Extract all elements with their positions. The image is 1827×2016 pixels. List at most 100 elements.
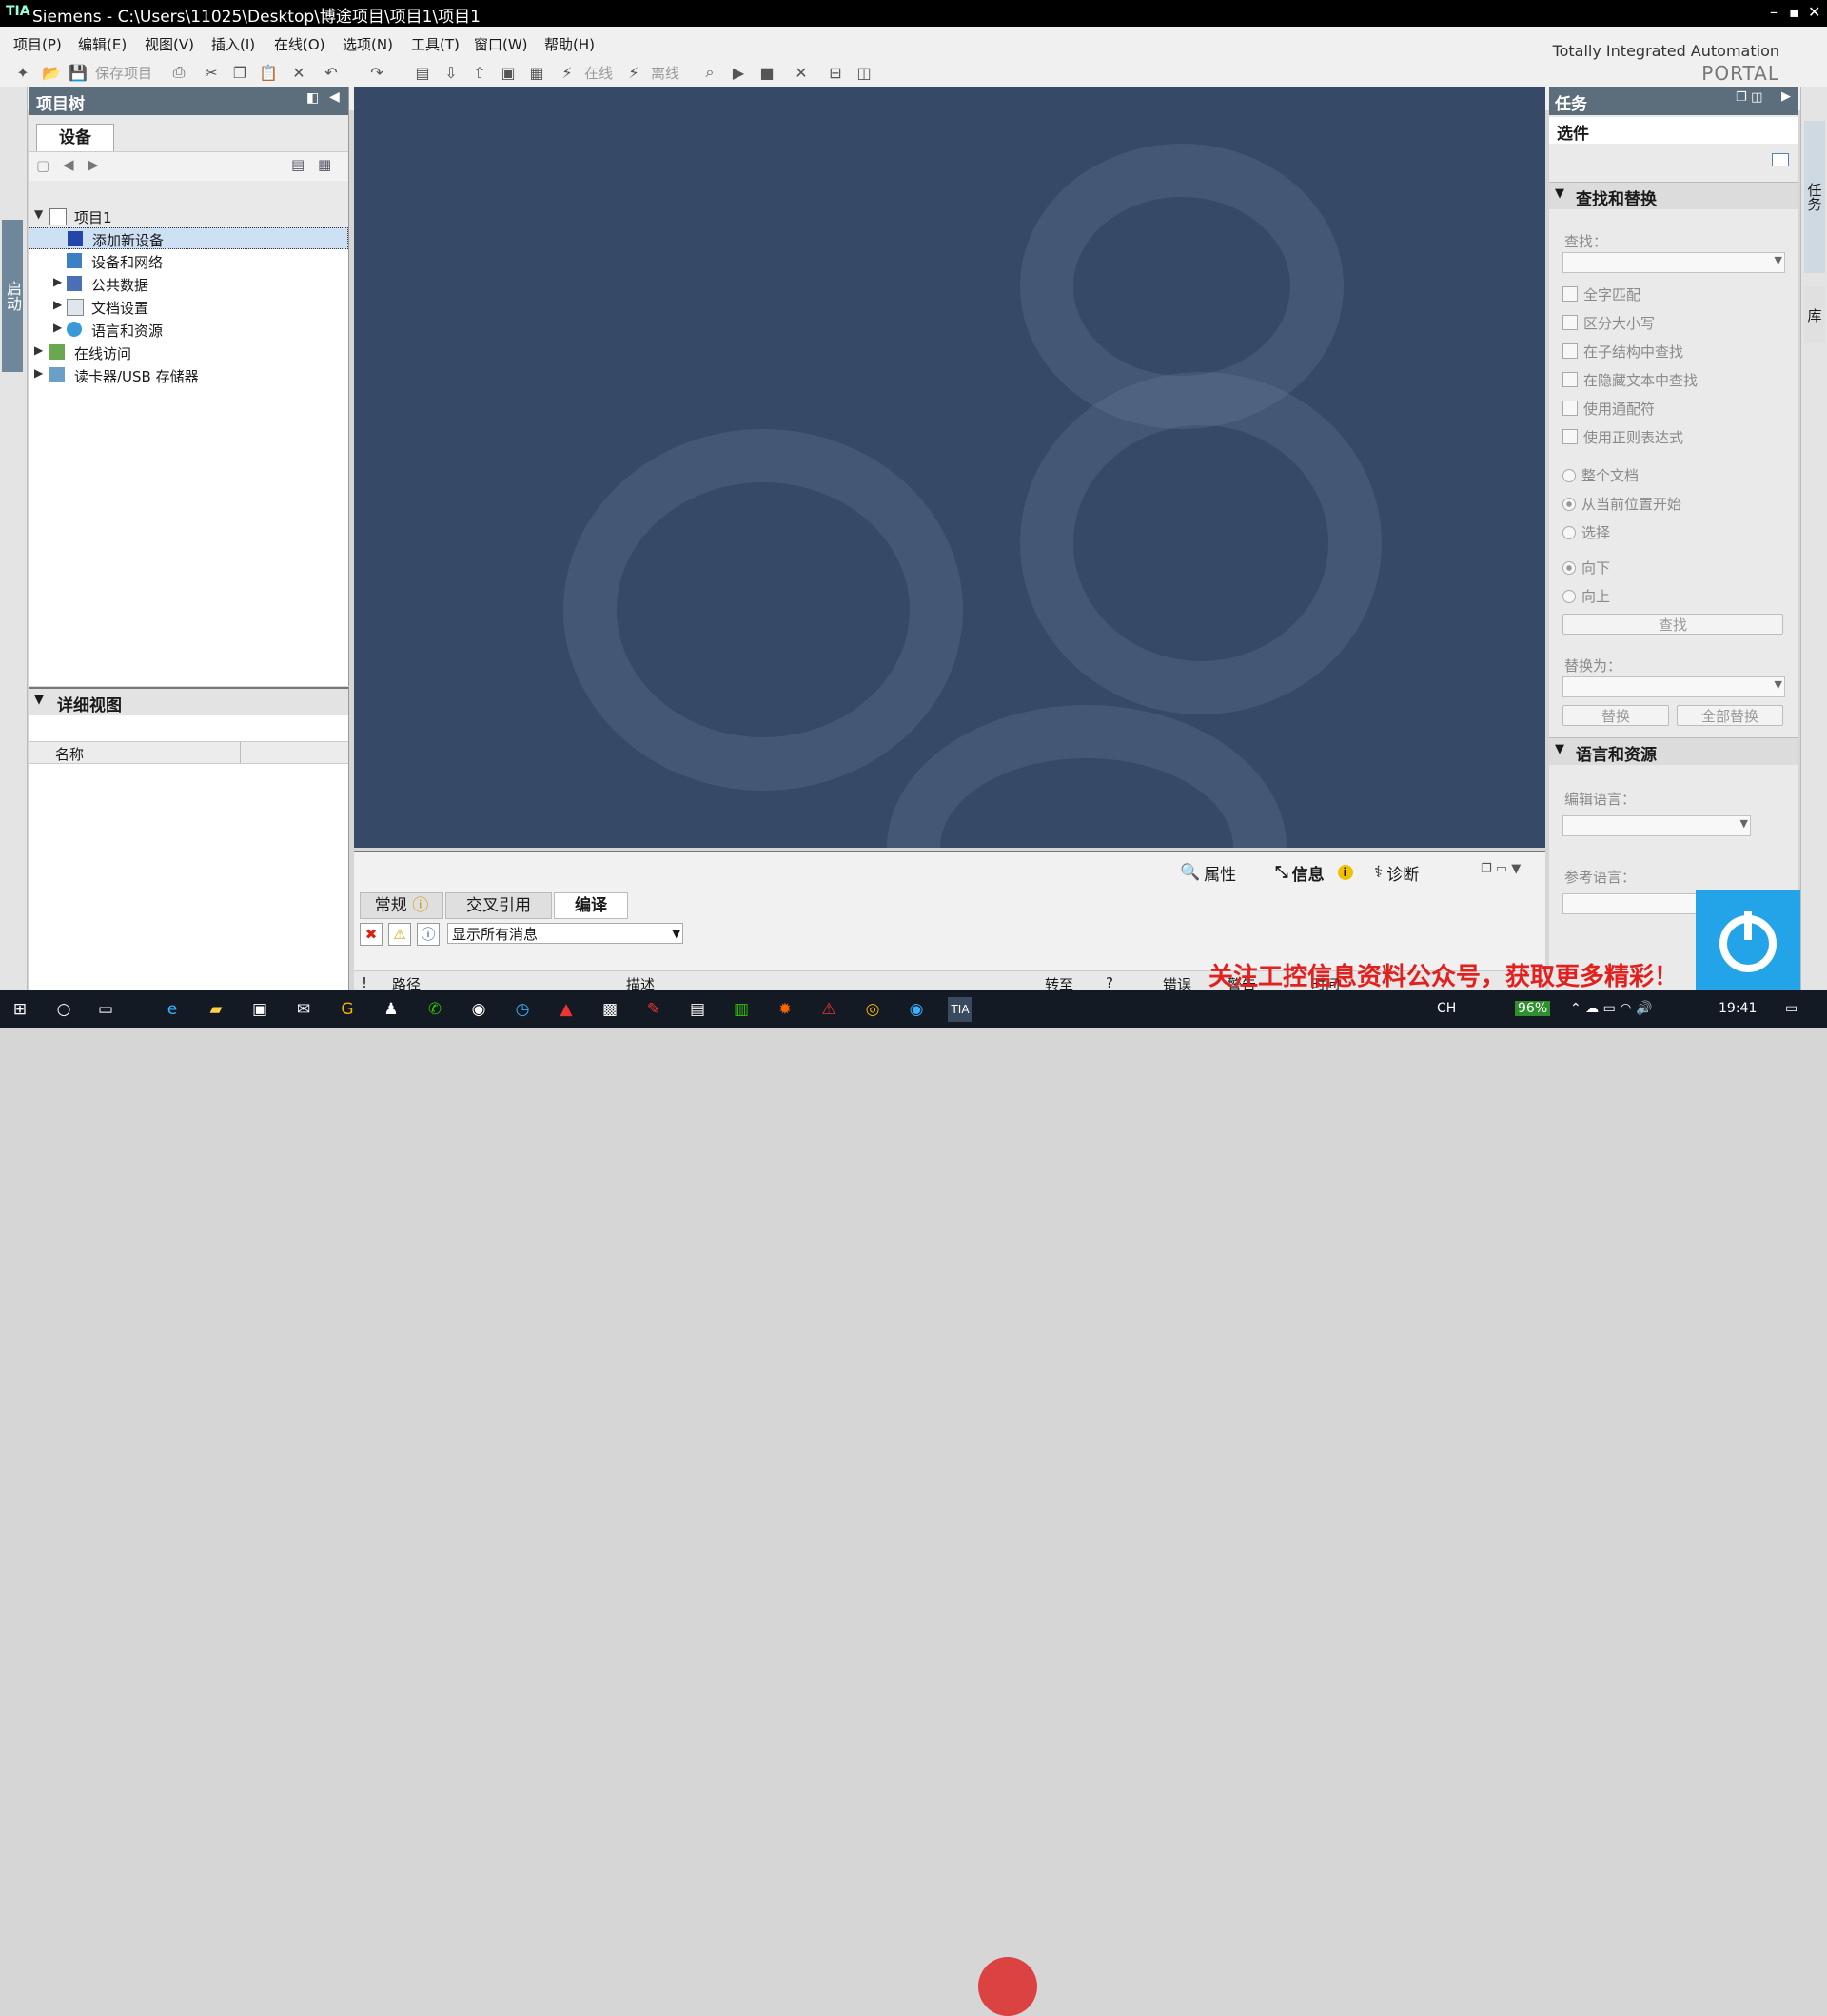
split-horizontal-icon[interactable]: ⊟: [824, 61, 847, 84]
edge-icon[interactable]: e: [160, 997, 185, 1022]
notification-icon[interactable]: ▭: [1785, 1001, 1798, 1016]
tab-diagnostics[interactable]: ⚕ 诊断: [1374, 860, 1419, 885]
browser-icon[interactable]: ◉: [904, 997, 929, 1022]
checkbox-icon[interactable]: [1562, 372, 1578, 387]
chevron-down-icon[interactable]: ▼: [34, 693, 44, 707]
radio-from-current[interactable]: 从当前位置开始: [1562, 494, 1681, 514]
ime-indicator[interactable]: CH: [1437, 1001, 1456, 1016]
find-replace-header[interactable]: ▼ 查找和替换: [1549, 182, 1798, 209]
go-offline-button[interactable]: 离线: [651, 63, 679, 83]
print-icon[interactable]: ⎙: [167, 61, 190, 84]
message-filter-select[interactable]: 显示所有消息 ▼: [447, 923, 683, 944]
checkbox-icon[interactable]: [1562, 343, 1578, 359]
open-project-icon[interactable]: 📂: [40, 61, 63, 84]
overview-icon[interactable]: ▦: [318, 156, 331, 173]
simulation-icon[interactable]: ▣: [497, 61, 520, 84]
checkbox-match-case[interactable]: 区分大小写: [1562, 313, 1655, 333]
error-filter-icon[interactable]: ✖: [360, 923, 383, 946]
replace-button[interactable]: 替换: [1562, 705, 1669, 726]
tree-item-devices-networks[interactable]: 设备和网络: [29, 250, 348, 272]
alert-app-icon[interactable]: ⚠: [816, 997, 841, 1022]
radio-icon[interactable]: [1562, 590, 1576, 603]
languages-header[interactable]: ▼ 语言和资源: [1549, 737, 1798, 765]
task-view-icon[interactable]: ▭: [93, 997, 118, 1022]
cortana-icon[interactable]: ○: [51, 997, 76, 1022]
subtab-general[interactable]: 常规 ⓘ: [360, 892, 443, 919]
column-divider[interactable]: [240, 742, 241, 763]
wechat-icon[interactable]: ✆: [422, 997, 447, 1022]
radio-up[interactable]: 向上: [1562, 586, 1610, 606]
expanded-arrow-icon[interactable]: ▼: [34, 207, 43, 221]
checkbox-wildcards[interactable]: 使用通配符: [1562, 399, 1655, 419]
file-explorer-icon[interactable]: ▰: [204, 997, 228, 1022]
go-offline-icon[interactable]: ⚡: [622, 61, 645, 84]
cut-icon[interactable]: ✂: [200, 61, 223, 84]
collapse-right-icon[interactable]: ▶: [1781, 89, 1791, 104]
menu-tools[interactable]: 工具(T): [411, 34, 460, 54]
undo-icon[interactable]: ↶: [320, 61, 343, 84]
forward-icon[interactable]: ▶: [88, 156, 99, 173]
redo-icon[interactable]: ↷: [365, 61, 388, 84]
collapsed-arrow-icon[interactable]: ▶: [34, 343, 43, 357]
tab-devices[interactable]: 设备: [36, 124, 114, 151]
menu-insert[interactable]: 插入(I): [211, 34, 255, 54]
maximize-button[interactable]: ▪: [1789, 3, 1799, 21]
menu-project[interactable]: 项目(P): [13, 34, 62, 54]
checkbox-icon[interactable]: [1562, 401, 1578, 416]
checkbox-icon[interactable]: [1562, 286, 1578, 302]
menu-edit[interactable]: 编辑(E): [78, 34, 127, 54]
upload-icon[interactable]: ⇧: [468, 61, 491, 84]
find-button[interactable]: 查找: [1562, 614, 1783, 635]
tree-item-online-access[interactable]: ▶ 在线访问: [29, 342, 348, 363]
mail-icon[interactable]: ✉: [291, 997, 316, 1022]
menu-options[interactable]: 选项(N): [343, 34, 393, 54]
radio-icon[interactable]: [1562, 498, 1576, 511]
collapsed-arrow-icon[interactable]: ▶: [53, 275, 62, 288]
tab-info[interactable]: ⤡ 信息 i: [1275, 860, 1353, 885]
start-vertical-tab[interactable]: 启动: [2, 220, 23, 372]
column-severity[interactable]: !: [362, 974, 367, 991]
split-vertical-icon[interactable]: ◫: [853, 61, 875, 84]
collapsed-arrow-icon[interactable]: ▶: [53, 298, 62, 311]
store-icon[interactable]: ▣: [247, 997, 272, 1022]
start-icon[interactable]: ⊞: [8, 997, 32, 1022]
radio-whole-document[interactable]: 整个文档: [1562, 465, 1639, 485]
new-item-icon[interactable]: ▢: [36, 157, 49, 174]
pdf-icon[interactable]: ✎: [641, 997, 666, 1022]
chevron-down-icon[interactable]: ▼: [673, 924, 680, 945]
copy-icon[interactable]: ❐: [228, 61, 251, 84]
stop-cpu-icon[interactable]: ■: [756, 61, 778, 84]
chart-app-icon[interactable]: ▥: [729, 997, 754, 1022]
subtab-compile[interactable]: 编译: [554, 892, 628, 919]
radio-selection[interactable]: 选择: [1562, 522, 1610, 542]
download-icon[interactable]: ⇩: [440, 61, 462, 84]
accessible-devices-icon[interactable]: ⌕: [698, 61, 721, 84]
go-online-icon[interactable]: ⚡: [556, 61, 579, 84]
checkbox-substructures[interactable]: 在子结构中查找: [1562, 342, 1683, 362]
tia-portal-taskbar-icon[interactable]: TIA: [948, 997, 972, 1022]
tree-item-common-data[interactable]: ▶ 公共数据: [29, 273, 348, 295]
delete-icon[interactable]: ✕: [287, 61, 310, 84]
info-filter-icon[interactable]: ⓘ: [417, 923, 440, 946]
libraries-vertical-tab[interactable]: 库: [1804, 286, 1825, 343]
tree-item-add-device[interactable]: 添加新设备: [29, 227, 348, 249]
detail-view-header[interactable]: ▼ 详细视图: [29, 689, 348, 715]
qq-icon[interactable]: ♟: [379, 997, 403, 1022]
checkbox-whole-word[interactable]: 全字匹配: [1562, 284, 1640, 304]
checkbox-icon[interactable]: [1562, 315, 1578, 330]
acrobat-icon[interactable]: ▲: [554, 997, 579, 1022]
tree-item-languages[interactable]: ▶ 语言和资源: [29, 319, 348, 341]
replace-input[interactable]: ▼: [1562, 676, 1785, 697]
radio-down[interactable]: 向下: [1562, 558, 1610, 577]
photos-icon[interactable]: ▩: [598, 997, 622, 1022]
radio-icon[interactable]: [1562, 526, 1576, 539]
chevron-down-icon[interactable]: ▼: [1775, 678, 1782, 691]
save-project-button[interactable]: 保存项目: [95, 63, 152, 83]
chrome-icon[interactable]: ◎: [860, 997, 885, 1022]
replace-all-button[interactable]: 全部替换: [1677, 705, 1783, 726]
list-view-icon[interactable]: ▤: [291, 156, 304, 173]
document-app-icon[interactable]: ▤: [685, 997, 710, 1022]
column-help[interactable]: ?: [1106, 974, 1113, 991]
radio-icon[interactable]: [1562, 561, 1576, 575]
chevron-down-icon[interactable]: ▼: [1555, 742, 1564, 756]
